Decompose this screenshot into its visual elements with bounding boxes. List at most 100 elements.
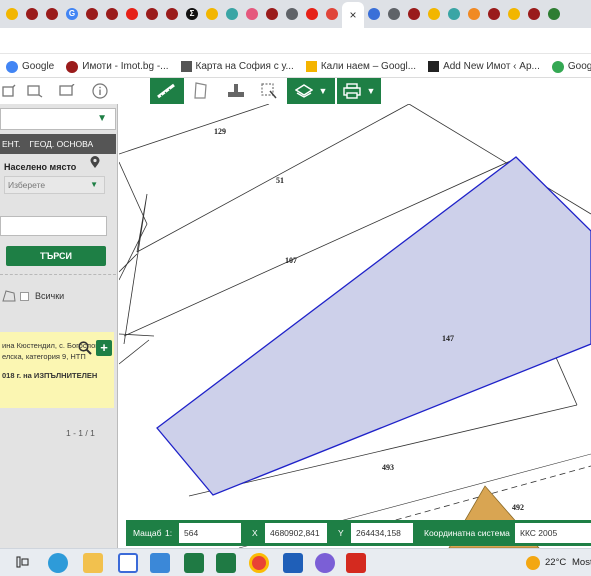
identifier-input[interactable] [0,216,107,236]
imot-tab-icon[interactable] [484,0,504,28]
bookmark-item[interactable]: Google Mapshttps/... [546,56,591,77]
download-layer-icon[interactable] [224,78,248,104]
maps-favicon-icon [6,8,18,20]
scale-input[interactable]: 564 [179,523,241,543]
x-coordinate-field[interactable]: 4680902,841 [265,523,327,543]
sigma-tab-icon[interactable]: Σ [182,0,202,28]
maps-tab-icon[interactable] [424,0,444,28]
polygon-tool-icon[interactable] [190,78,212,104]
info-icon[interactable] [90,78,110,104]
coordinate-system-select[interactable]: ККС 2005 [515,523,591,543]
imot-tab-icon[interactable] [142,0,162,28]
globe-tab-icon[interactable] [322,0,342,28]
teal-favicon-icon [226,8,238,20]
chevron-down-icon: ▼ [90,180,98,189]
parcel-label-492: 492 [512,503,524,512]
imot-tab-icon[interactable] [404,0,424,28]
weather-sun-icon [526,556,540,570]
parcel-map[interactable]: 129 51 107 147 493 492 [119,104,591,548]
orange-tab-icon[interactable] [464,0,484,28]
gray-favicon-icon [286,8,298,20]
browser-tab-strip: G Σ × [0,0,591,28]
green-favicon-icon [548,8,560,20]
task-view-icon[interactable] [16,555,30,572]
maps-tab-icon[interactable] [202,0,222,28]
gray-tab-icon[interactable] [282,0,302,28]
sidebar-tabs: ЕНТ. ГЕОД. ОСНОВА [0,134,116,154]
imot-favicon-icon [408,8,420,20]
maps-favicon-icon [428,8,440,20]
drive-icon [305,61,317,72]
search-button[interactable]: ТЪРСИ [6,246,106,266]
weather-temperature[interactable]: 22°C [545,557,566,568]
maps-icon [551,60,564,73]
bookmark-item[interactable]: Add New Имот ‹ Ap... [422,56,546,77]
location-pin-icon[interactable] [90,156,100,172]
imot-favicon-icon [26,8,38,20]
print-dropdown-button[interactable]: ▼ [337,78,381,104]
bookmark-item[interactable]: Имоти - Imot.bg -... [60,56,174,77]
store-icon[interactable] [118,553,138,573]
zoom-to-icon[interactable] [78,341,92,355]
imot-tab-icon[interactable] [22,0,42,28]
close-tab-icon[interactable]: × [342,2,364,28]
edge-icon[interactable] [48,553,68,573]
file-explorer-icon[interactable] [83,553,103,573]
measure-area-icon[interactable] [56,78,78,104]
green-tab-icon[interactable] [544,0,564,28]
bookmark-item[interactable]: Кали наем – Googl... [300,56,422,77]
polygon-select-icon[interactable] [2,290,16,302]
gray-tab-icon[interactable] [384,0,404,28]
add-result-button[interactable]: + [96,340,112,356]
imot-favicon-icon [488,8,500,20]
google-tab-icon[interactable]: G [62,0,82,28]
acrobat-icon[interactable] [346,553,366,573]
ruler-tool-icon[interactable] [150,78,184,104]
imot-tab-icon[interactable] [262,0,282,28]
y-coordinate-field[interactable]: 264434,158 [351,523,413,543]
viber-icon[interactable] [315,553,335,573]
select-all-checkbox[interactable] [20,292,29,301]
maps-tab-icon[interactable] [504,0,524,28]
cadastre-map-app: ▼ ▼ ▼ ЕНТ. ГЕОД. ОСНОВА Населено място И… [0,78,591,548]
excel-icon[interactable] [216,553,236,573]
maps-tab-icon[interactable] [2,0,22,28]
teal-tab-icon[interactable] [222,0,242,28]
word-icon[interactable] [283,553,303,573]
sigma-favicon-icon: Σ [186,8,198,20]
settlement-select[interactable]: Изберете ▼ [4,176,105,194]
imot-tab-icon[interactable] [102,0,122,28]
excel-icon[interactable] [184,553,204,573]
frame-tool-icon[interactable] [0,78,18,104]
imot-favicon-icon [46,8,58,20]
blue-tab-icon[interactable] [364,0,384,28]
tab-identifier[interactable]: ЕНТ. [2,139,20,149]
youtube-tab-icon[interactable] [302,0,322,28]
map-canvas[interactable]: 129 51 107 147 493 492 [119,104,591,548]
bookmark-item[interactable]: Google [0,56,60,77]
select-parcel-icon[interactable] [24,78,46,104]
weather-text[interactable]: Most [572,557,591,568]
search-type-select[interactable]: ▼ [0,108,116,130]
parcel-boundary [119,104,270,155]
imot-tab-icon[interactable] [524,0,544,28]
teal-tab-icon[interactable] [444,0,464,28]
select-all-row[interactable]: Всички [0,286,116,308]
gray-favicon-icon [388,8,400,20]
select-area-icon[interactable] [258,78,280,104]
settlement-select-value: Изберете [8,180,46,190]
mail-icon[interactable] [150,553,170,573]
pink-tab-icon[interactable] [242,0,262,28]
bookmark-label: Кали наем – Googl... [320,61,417,72]
tab-geodetic-base[interactable]: ГЕОД. ОСНОВА [29,139,93,149]
search-sidebar: ▼ ЕНТ. ГЕОД. ОСНОВА Населено място Избер… [0,104,118,548]
imot-tab-icon[interactable] [162,0,182,28]
layers-dropdown-button[interactable]: ▼ [287,78,335,104]
chrome-icon[interactable] [249,553,269,573]
imot-tab-icon[interactable] [42,0,62,28]
youtube-tab-icon[interactable] [122,0,142,28]
bookmark-item[interactable]: Карта на София с у... [175,56,300,77]
imot-tab-icon[interactable] [82,0,102,28]
selected-parcel-147 [156,156,591,496]
orange-favicon-icon [468,8,480,20]
